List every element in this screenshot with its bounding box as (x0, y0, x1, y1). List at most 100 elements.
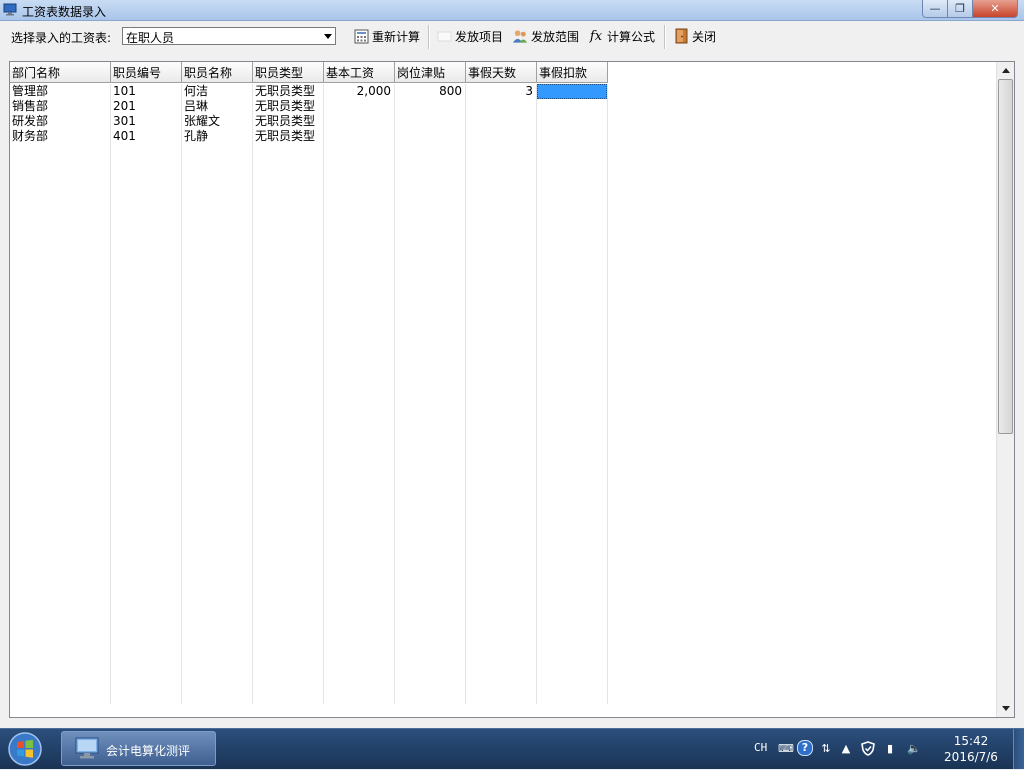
formula-button[interactable]: fx 计算公式 (588, 27, 655, 45)
grid-cell[interactable]: 研发部 (10, 114, 111, 129)
salary-table-select-value: 在职人员 (126, 31, 175, 45)
grid-cell[interactable] (466, 129, 537, 144)
grid-cell[interactable]: 201 (111, 99, 182, 114)
salary-data-grid[interactable]: 部门名称 职员编号 职员名称 职员类型 基本工资 岗位津贴 事假天数 事假扣款 … (9, 61, 1015, 718)
column-header[interactable]: 基本工资 (324, 62, 395, 83)
taskbar: 会计电算化测评 CH ⌨ ? ⇅ ▲ ▮ 🔈 15:42 2016/7/6 (0, 728, 1024, 769)
recalculate-label: 重新计算 (372, 29, 421, 44)
title-bar[interactable]: 工资表数据录入 — ❐ ✕ (0, 0, 1024, 21)
restore-icon: ❐ (955, 2, 965, 15)
grid-cell[interactable]: 800 (395, 84, 466, 99)
grid-cell[interactable]: 无职员类型 (253, 84, 324, 99)
formula-label: 计算公式 (607, 29, 656, 44)
grid-cell[interactable]: 无职员类型 (253, 129, 324, 144)
grid-cell[interactable]: 101 (111, 84, 182, 99)
grid-cell[interactable]: 吕琳 (182, 99, 253, 114)
grid-cell[interactable]: 财务部 (10, 129, 111, 144)
chevron-down-icon[interactable] (324, 34, 332, 39)
toolbar-separator (664, 25, 666, 49)
close-button[interactable]: 关闭 (673, 27, 716, 45)
grid-cell[interactable]: 张耀文 (182, 114, 253, 129)
grid-cell[interactable]: 3 (466, 84, 537, 99)
grid-cell[interactable] (466, 114, 537, 129)
device-icon[interactable]: ▮ (882, 740, 898, 756)
column-header[interactable]: 事假天数 (466, 62, 537, 83)
grid-cell[interactable] (395, 129, 466, 144)
scroll-up-button[interactable] (998, 63, 1013, 78)
grid-cell[interactable] (395, 114, 466, 129)
grid-cell[interactable] (537, 114, 608, 129)
table-row[interactable]: 销售部 201 吕琳 无职员类型 (10, 99, 608, 114)
recalculate-button[interactable]: 重新计算 (353, 27, 420, 45)
grid-cell[interactable]: 301 (111, 114, 182, 129)
minimize-button[interactable]: — (922, 0, 948, 18)
table-row[interactable]: 研发部 301 张耀文 无职员类型 (10, 114, 608, 129)
pay-items-label: 发放项目 (455, 29, 504, 44)
grid-cell[interactable]: 2,000 (324, 84, 395, 99)
monitor-icon (75, 737, 99, 759)
list-icon (436, 28, 452, 44)
pay-scope-button[interactable]: 发放范围 (512, 27, 579, 45)
taskbar-app-label: 会计电算化测评 (106, 744, 191, 758)
clock-time: 15:42 (953, 734, 989, 748)
show-desktop-button[interactable] (1013, 729, 1024, 769)
vertical-scrollbar[interactable] (996, 62, 1014, 717)
column-header[interactable]: 职员类型 (253, 62, 324, 83)
clock-date: 2016/7/6 (944, 750, 998, 764)
door-exit-icon (673, 28, 689, 44)
arrow-up-icon (1001, 68, 1010, 73)
grid-cell[interactable] (395, 99, 466, 114)
grid-cell[interactable]: 何洁 (182, 84, 253, 99)
calculator-icon (353, 28, 369, 44)
grid-cell[interactable] (324, 129, 395, 144)
column-header[interactable]: 岗位津贴 (395, 62, 466, 83)
grid-cell[interactable]: 无职员类型 (253, 114, 324, 129)
keyboard-icon[interactable]: ⌨ (778, 740, 794, 756)
grid-body: 管理部 101 何洁 无职员类型 2,000 800 3 销售部 201 吕琳 … (10, 84, 608, 144)
grid-header: 部门名称 职员编号 职员名称 职员类型 基本工资 岗位津贴 事假天数 事假扣款 (10, 62, 608, 84)
start-button[interactable] (6, 731, 44, 767)
table-row[interactable]: 财务部 401 孔静 无职员类型 (10, 129, 608, 144)
language-indicator[interactable]: CH (754, 741, 767, 754)
close-label: 关闭 (692, 29, 717, 44)
shield-icon[interactable] (860, 740, 876, 756)
grid-cell[interactable]: 管理部 (10, 84, 111, 99)
grid-cell[interactable] (466, 99, 537, 114)
help-icon[interactable]: ? (797, 740, 813, 756)
close-icon: ✕ (990, 2, 1000, 15)
maximize-button[interactable]: ❐ (948, 0, 973, 18)
pay-items-button[interactable]: 发放项目 (436, 27, 503, 45)
table-row[interactable]: 管理部 101 何洁 无职员类型 2,000 800 3 (10, 84, 608, 99)
close-window-button[interactable]: ✕ (973, 0, 1018, 18)
grid-cell[interactable] (537, 129, 608, 144)
volume-icon[interactable]: 🔈 (906, 740, 922, 756)
grid-cell[interactable]: 销售部 (10, 99, 111, 114)
options-icon[interactable]: ⇅ (818, 740, 834, 756)
scroll-down-button[interactable] (998, 701, 1013, 716)
column-header[interactable]: 职员名称 (182, 62, 253, 83)
grid-cell[interactable] (537, 99, 608, 114)
grid-cell[interactable] (324, 99, 395, 114)
arrow-down-icon (1001, 706, 1010, 711)
scrollbar-thumb[interactable] (998, 79, 1013, 434)
column-header[interactable]: 部门名称 (10, 62, 111, 83)
taskbar-clock[interactable]: 15:42 2016/7/6 (936, 733, 1006, 765)
column-header[interactable]: 职员编号 (111, 62, 182, 83)
chevron-up-icon[interactable]: ▲ (838, 740, 854, 756)
salary-table-select[interactable]: 在职人员 (122, 27, 336, 45)
window-title: 工资表数据录入 (22, 5, 107, 19)
taskbar-app-button[interactable]: 会计电算化测评 (61, 731, 216, 766)
toolbar-separator (428, 25, 430, 49)
salary-table-select-label: 选择录入的工资表: (11, 31, 112, 45)
grid-cell[interactable] (324, 114, 395, 129)
grid-cell[interactable]: 孔静 (182, 129, 253, 144)
users-icon (512, 28, 528, 44)
grid-cell[interactable]: 无职员类型 (253, 99, 324, 114)
selected-grid-cell[interactable] (537, 84, 607, 99)
function-icon: fx (589, 28, 603, 44)
grid-cell[interactable]: 401 (111, 129, 182, 144)
minimize-icon: — (929, 2, 941, 15)
pay-scope-label: 发放范围 (531, 29, 580, 44)
computer-icon (3, 3, 17, 16)
column-header[interactable]: 事假扣款 (537, 62, 608, 83)
